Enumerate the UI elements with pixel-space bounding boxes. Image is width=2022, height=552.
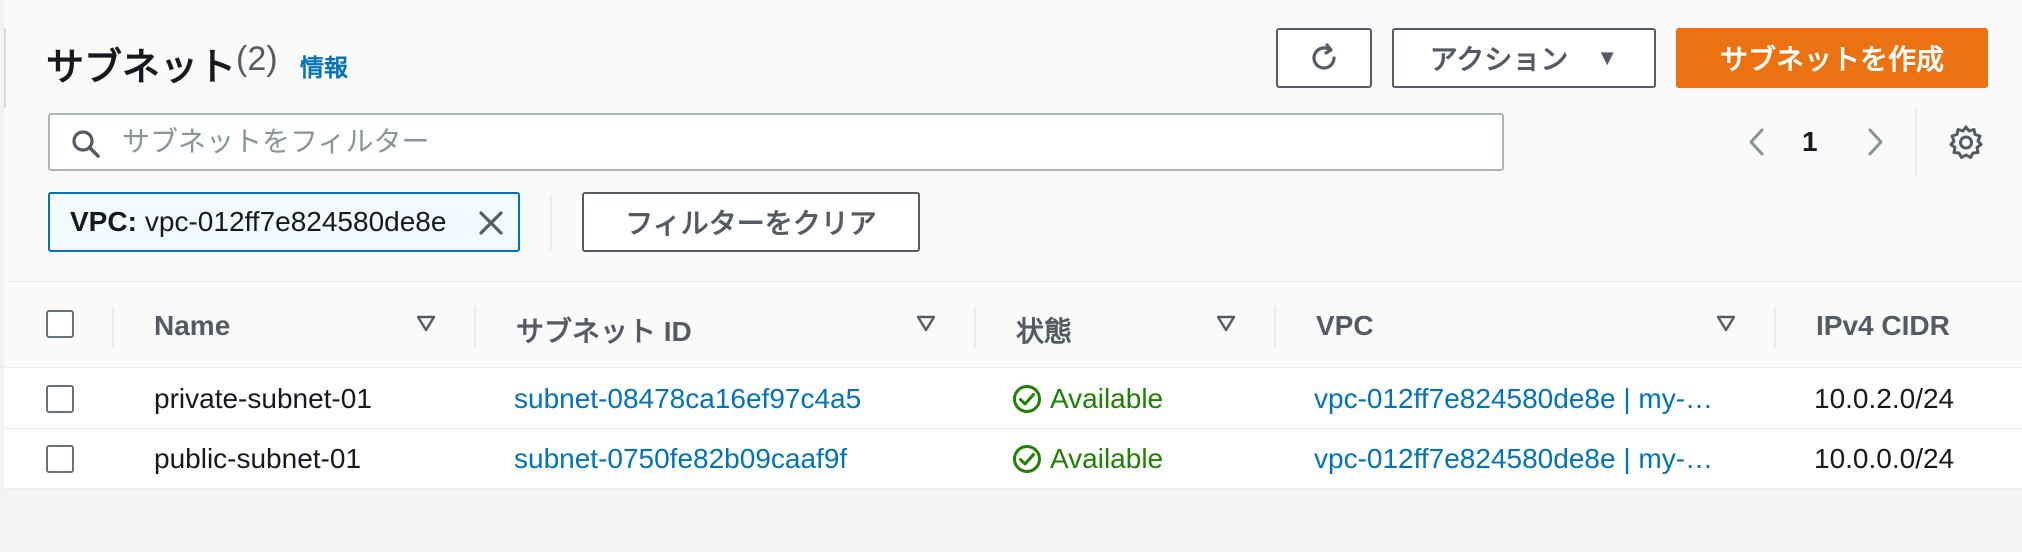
panel-header: サブネット (2) 情報 アクション ▼ サブネットを作成 1 (4, 0, 2022, 282)
refresh-button[interactable] (1276, 28, 1372, 88)
column-header-subnet-id[interactable]: サブネット ID (516, 310, 692, 350)
check-circle-icon (1013, 445, 1041, 473)
column-divider (474, 306, 476, 348)
select-all-checkbox[interactable] (46, 310, 74, 338)
column-divider (1274, 306, 1276, 348)
filter-token-value: vpc-012ff7e824580de8e (144, 206, 447, 237)
search-box[interactable] (48, 113, 1504, 171)
chevron-right-icon[interactable] (1860, 124, 1890, 160)
status-badge: Available (1012, 383, 1163, 415)
table-header: Name サブネット ID 状態 VPC IPv4 CIDR (4, 284, 2022, 368)
subnets-panel: サブネット (2) 情報 アクション ▼ サブネットを作成 1 (4, 0, 2022, 489)
row-checkbox[interactable] (46, 445, 74, 473)
search-input[interactable] (122, 123, 1482, 161)
column-divider (1774, 306, 1776, 348)
sort-triangle-icon[interactable] (1216, 314, 1236, 334)
row-checkbox[interactable] (46, 385, 74, 413)
subnet-id-link[interactable]: subnet-08478ca16ef97c4a5 (514, 383, 861, 415)
column-divider (974, 306, 976, 348)
row-name: public-subnet-01 (154, 443, 362, 474)
status-text: Available (1050, 383, 1164, 414)
row-name: private-subnet-01 (154, 383, 372, 414)
filter-divider (550, 194, 552, 250)
create-subnet-button[interactable]: サブネットを作成 (1676, 28, 1988, 88)
sort-triangle-icon[interactable] (416, 314, 436, 334)
status-text: Available (1050, 443, 1164, 474)
vpc-link[interactable]: vpc-012ff7e824580de8e | my-… (1314, 443, 1713, 475)
filter-token-key: VPC: (70, 206, 137, 237)
subnet-id-link[interactable]: subnet-0750fe82b09caaf9f (514, 443, 847, 475)
table-row[interactable]: private-subnet-01 subnet-08478ca16ef97c4… (4, 369, 2022, 429)
vpc-link[interactable]: vpc-012ff7e824580de8e | my-… (1314, 383, 1713, 415)
chevron-left-icon[interactable] (1742, 124, 1772, 160)
column-header-name[interactable]: Name (154, 310, 230, 342)
close-icon[interactable] (476, 208, 506, 238)
check-circle-icon (1013, 385, 1041, 413)
info-link[interactable]: 情報 (300, 48, 348, 83)
status-badge: Available (1012, 443, 1163, 475)
actions-label: アクション (1429, 44, 1569, 75)
ipv4-cidr: 10.0.0.0/24 (1814, 443, 1955, 474)
pager-divider (1915, 108, 1917, 176)
left-edge-marker (4, 28, 6, 108)
actions-dropdown[interactable]: アクション ▼ (1392, 28, 1656, 88)
filter-token[interactable]: VPC: vpc-012ff7e824580de8e (48, 192, 520, 252)
column-header-state[interactable]: 状態 (1016, 310, 1072, 350)
column-divider (112, 306, 114, 348)
clear-filters-button[interactable]: フィルターをクリア (582, 192, 920, 252)
column-header-vpc[interactable]: VPC (1316, 310, 1374, 342)
caret-down-icon: ▼ (1596, 45, 1619, 70)
sort-triangle-icon[interactable] (1716, 314, 1736, 334)
current-page-number[interactable]: 1 (1802, 126, 1818, 158)
column-header-ipv4-cidr[interactable]: IPv4 CIDR (1816, 310, 1950, 342)
gear-icon[interactable] (1948, 124, 1984, 160)
search-icon (72, 130, 100, 158)
page-title: サブネット (46, 47, 237, 89)
sort-triangle-icon[interactable] (916, 314, 936, 334)
refresh-icon (1312, 43, 1336, 70)
subnet-count: (2) (236, 40, 278, 78)
ipv4-cidr: 10.0.2.0/24 (1814, 383, 1955, 414)
table-row[interactable]: public-subnet-01 subnet-0750fe82b09caaf9… (4, 429, 2022, 489)
